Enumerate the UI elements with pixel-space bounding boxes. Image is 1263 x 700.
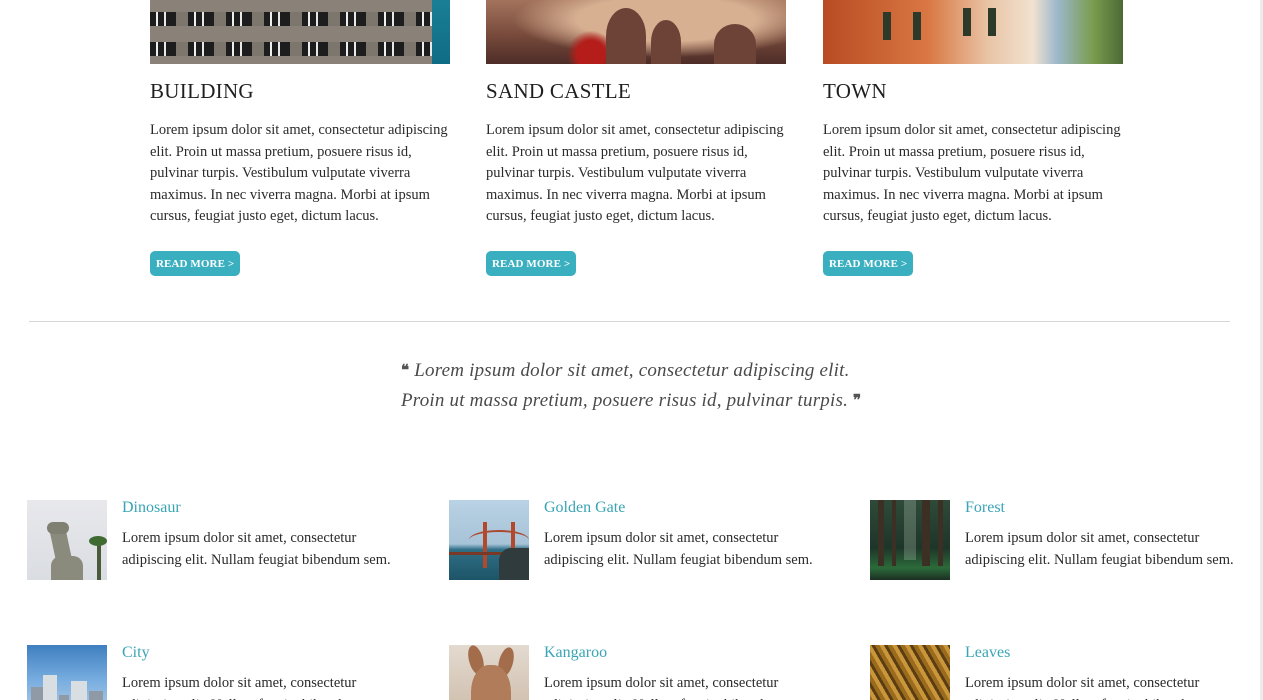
city-thumbnail[interactable] xyxy=(27,645,107,700)
quote-open-icon: ❝ xyxy=(401,363,410,379)
feature-card-building: BUILDING Lorem ipsum dolor sit amet, con… xyxy=(150,0,450,276)
card-text: Lorem ipsum dolor sit amet, consectetur … xyxy=(150,122,448,224)
section-divider xyxy=(29,321,1230,322)
town-image xyxy=(823,0,1123,64)
feature-card-sand-castle: SAND CASTLE Lorem ipsum dolor sit amet, … xyxy=(486,0,786,276)
item-text: Lorem ipsum dolor sit amet, consectetur … xyxy=(965,530,1234,568)
item-title-link[interactable]: Dinosaur xyxy=(122,500,412,516)
card-title: TOWN xyxy=(823,79,887,103)
leaves-thumbnail[interactable] xyxy=(870,645,950,700)
item-title-link[interactable]: Leaves xyxy=(965,645,1255,661)
item-text: Lorem ipsum dolor sit amet, consectetur … xyxy=(122,675,391,700)
read-more-button[interactable]: READ MORE > xyxy=(150,250,241,276)
card-text: Lorem ipsum dolor sit amet, consectetur … xyxy=(823,122,1121,224)
dinosaur-thumbnail[interactable] xyxy=(27,500,107,580)
quote-close-icon: ❞ xyxy=(853,393,862,409)
sand-castle-image xyxy=(486,0,786,64)
item-title-link[interactable]: Golden Gate xyxy=(544,500,834,516)
golden-gate-thumbnail[interactable] xyxy=(449,500,529,580)
testimonial-quote: ❝ Lorem ipsum dolor sit amet, consectetu… xyxy=(401,356,871,416)
feature-card-town: TOWN Lorem ipsum dolor sit amet, consect… xyxy=(823,0,1123,276)
quote-text: Lorem ipsum dolor sit amet, consectetur … xyxy=(401,360,850,411)
item-text: Lorem ipsum dolor sit amet, consectetur … xyxy=(965,675,1234,700)
page: BUILDING Lorem ipsum dolor sit amet, con… xyxy=(0,0,1263,700)
item-title-link[interactable]: Kangaroo xyxy=(544,645,834,661)
read-more-button[interactable]: READ MORE > xyxy=(823,250,914,276)
card-title: BUILDING xyxy=(150,79,254,103)
building-image xyxy=(150,0,450,64)
card-title: SAND CASTLE xyxy=(486,79,632,103)
item-title-link[interactable]: City xyxy=(122,645,412,661)
kangaroo-thumbnail[interactable] xyxy=(449,645,529,700)
item-text: Lorem ipsum dolor sit amet, consectetur … xyxy=(544,675,813,700)
read-more-button[interactable]: READ MORE > xyxy=(486,250,577,276)
item-text: Lorem ipsum dolor sit amet, consectetur … xyxy=(122,530,391,568)
item-title-link[interactable]: Forest xyxy=(965,500,1255,516)
forest-thumbnail[interactable] xyxy=(870,500,950,580)
item-text: Lorem ipsum dolor sit amet, consectetur … xyxy=(544,530,813,568)
card-text: Lorem ipsum dolor sit amet, consectetur … xyxy=(486,122,784,224)
